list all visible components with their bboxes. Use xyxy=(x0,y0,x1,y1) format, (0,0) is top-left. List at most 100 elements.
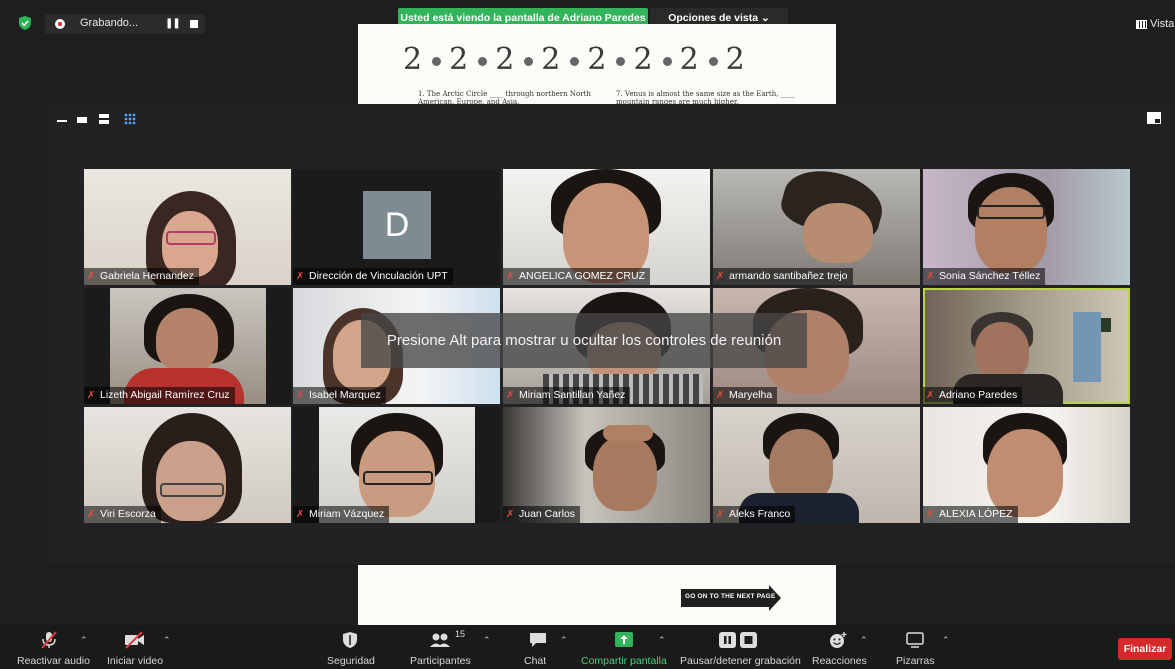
video-tile[interactable]: ✗ Juan Carlos xyxy=(503,407,710,523)
speaker-strip-icon[interactable] xyxy=(77,117,87,123)
chat-button[interactable]: Chat xyxy=(518,625,558,669)
pause-stop-recording-button[interactable]: Pausar/detener grabación xyxy=(678,625,802,669)
chat-label: Chat xyxy=(524,655,547,667)
participant-nameplate: ✗ ALEXIA LÓPEZ xyxy=(923,506,1018,523)
participant-nameplate: ✗ Dirección de Vinculación UPT xyxy=(293,268,453,285)
view-button-label: Vista xyxy=(1150,18,1175,30)
participant-name: Gabriela Hernandez xyxy=(100,270,194,282)
participant-name: ANGELICA GOMEZ CRUZ xyxy=(519,270,646,282)
video-tile[interactable]: ✗ ANGELICA GOMEZ CRUZ xyxy=(503,169,710,285)
next-page-arrow: GO ON TO THE NEXT PAGE xyxy=(681,585,781,611)
security-label: Seguridad xyxy=(327,655,375,667)
participant-nameplate: ✗ Aleks Franco xyxy=(713,506,796,523)
participants-icon xyxy=(430,633,450,647)
participant-nameplate: ✗ Isabel Marquez xyxy=(293,387,386,404)
muted-mic-icon: ✗ xyxy=(716,271,725,282)
section-number: 2 xyxy=(587,42,609,77)
reactions-options-caret-icon[interactable]: ⌃ xyxy=(860,635,868,646)
share-screen-label: Compartir pantalla xyxy=(581,655,667,667)
section-number: 2 xyxy=(725,42,747,77)
chat-options-caret-icon[interactable]: ⌃ xyxy=(560,635,568,646)
meeting-toolbar: Reactivar audio ⌃ Iniciar video ⌃ Seguri… xyxy=(0,625,1175,669)
participant-nameplate: ✗ Sonia Sánchez Téllez xyxy=(923,268,1046,285)
video-tile[interactable]: ✗ Sonia Sánchez Téllez xyxy=(923,169,1130,285)
record-label: Pausar/detener grabación xyxy=(680,655,801,667)
share-screen-arrow-icon xyxy=(615,632,633,647)
video-options-caret-icon[interactable]: ⌃ xyxy=(163,635,171,646)
participant-nameplate: ✗ Adriano Paredes xyxy=(923,387,1023,404)
gallery-grid-icon[interactable] xyxy=(124,113,136,125)
shared-document-bottom: GO ON TO THE NEXT PAGE xyxy=(358,565,836,625)
whiteboard-icon xyxy=(906,632,924,648)
muted-mic-icon: ✗ xyxy=(926,390,935,401)
muted-mic-icon: ✗ xyxy=(87,271,96,282)
recording-dot-icon xyxy=(55,19,65,29)
participants-options-caret-icon[interactable]: ⌃ xyxy=(483,635,491,646)
participant-name: Isabel Marquez xyxy=(309,389,381,401)
video-tile[interactable]: D ✗ Dirección de Vinculación UPT xyxy=(293,169,500,285)
participants-label: Participantes xyxy=(410,655,471,667)
participant-name: Miriam Vázquez xyxy=(309,508,385,520)
pause-recording-icon[interactable]: ❚❚ xyxy=(165,18,181,29)
muted-mic-icon: ✗ xyxy=(716,390,725,401)
exit-panel-icon[interactable] xyxy=(1147,112,1161,124)
next-page-label: GO ON TO THE NEXT PAGE xyxy=(685,593,776,600)
participant-name: Adriano Paredes xyxy=(939,389,1018,401)
share-screen-button[interactable]: Compartir pantalla xyxy=(578,625,670,669)
muted-mic-icon: ✗ xyxy=(506,271,515,282)
shield-icon xyxy=(343,632,357,648)
section-number: 2 xyxy=(679,42,701,77)
muted-mic-icon: ✗ xyxy=(506,390,515,401)
participants-button[interactable]: 15 Participantes xyxy=(405,625,475,669)
muted-mic-icon: ✗ xyxy=(926,271,935,282)
alt-hint-overlay: Presione Alt para mostrar u ocultar los … xyxy=(361,313,807,368)
video-tile[interactable]: ✗ ALEXIA LÓPEZ xyxy=(923,407,1130,523)
whiteboards-options-caret-icon[interactable]: ⌃ xyxy=(942,635,950,646)
view-button[interactable]: Vista xyxy=(1136,18,1174,30)
muted-mic-icon: ✗ xyxy=(296,509,305,520)
video-tile[interactable]: ✗ Aleks Franco xyxy=(713,407,920,523)
security-button[interactable]: Seguridad xyxy=(322,625,378,669)
participant-name: Lizeth Abigail Ramírez Cruz xyxy=(100,389,230,401)
video-tile[interactable]: ✗ armando santibañez trejo xyxy=(713,169,920,285)
video-label: Iniciar video xyxy=(107,655,164,667)
end-meeting-button[interactable]: Finalizar xyxy=(1118,638,1172,660)
participant-nameplate: ✗ Miriam Vázquez xyxy=(293,506,390,523)
section-number: 2 xyxy=(449,42,471,77)
audio-label: Reactivar audio xyxy=(17,655,90,667)
unmute-audio-button[interactable]: Reactivar audio xyxy=(8,625,90,669)
video-tile[interactable]: ✗ Gabriela Hernandez xyxy=(84,169,291,285)
chevron-down-icon: ⌄ xyxy=(760,12,770,24)
muted-mic-icon: ✗ xyxy=(296,390,305,401)
audio-options-caret-icon[interactable]: ⌃ xyxy=(80,635,88,646)
side-by-side-icon[interactable] xyxy=(99,114,109,124)
participant-nameplate: ✗ Juan Carlos xyxy=(503,506,581,523)
reactions-button[interactable]: Reacciones xyxy=(810,625,867,669)
video-tile[interactable]: ✗ Lizeth Abigail Ramírez Cruz xyxy=(84,288,291,404)
minimize-icon[interactable] xyxy=(57,120,67,122)
stop-recording-icon[interactable] xyxy=(190,20,198,28)
video-tile-active-speaker[interactable]: ✗ Adriano Paredes xyxy=(923,288,1130,404)
reactions-label: Reacciones xyxy=(812,655,867,667)
start-video-button[interactable]: Iniciar video xyxy=(104,625,166,669)
video-tile[interactable]: ✗ Viri Escorza xyxy=(84,407,291,523)
muted-mic-icon: ✗ xyxy=(87,509,96,520)
section-number: 2 xyxy=(495,42,517,77)
participant-name: Maryelha xyxy=(729,389,773,401)
share-options-caret-icon[interactable]: ⌃ xyxy=(658,635,666,646)
whiteboards-button[interactable]: Pizarras xyxy=(890,625,940,669)
participant-nameplate: ✗ ANGELICA GOMEZ CRUZ xyxy=(503,268,651,285)
shared-document-top: 22222222 1. The Arctic Circle ____ throu… xyxy=(358,24,836,106)
video-tile[interactable]: ✗ Miriam Vázquez xyxy=(293,407,500,523)
participant-nameplate: ✗ Lizeth Abigail Ramírez Cruz xyxy=(84,387,235,404)
participant-name: Aleks Franco xyxy=(729,508,791,520)
section-number: 2 xyxy=(633,42,655,77)
muted-mic-icon: ✗ xyxy=(716,509,725,520)
security-shield-icon[interactable] xyxy=(18,16,32,30)
gallery-view-icon xyxy=(1136,19,1147,29)
muted-mic-icon: ✗ xyxy=(926,509,935,520)
participant-name: Sonia Sánchez Téllez xyxy=(939,270,1041,282)
participant-count: 15 xyxy=(455,629,466,639)
section-number: 2 xyxy=(541,42,563,77)
smiley-plus-icon xyxy=(830,632,847,648)
